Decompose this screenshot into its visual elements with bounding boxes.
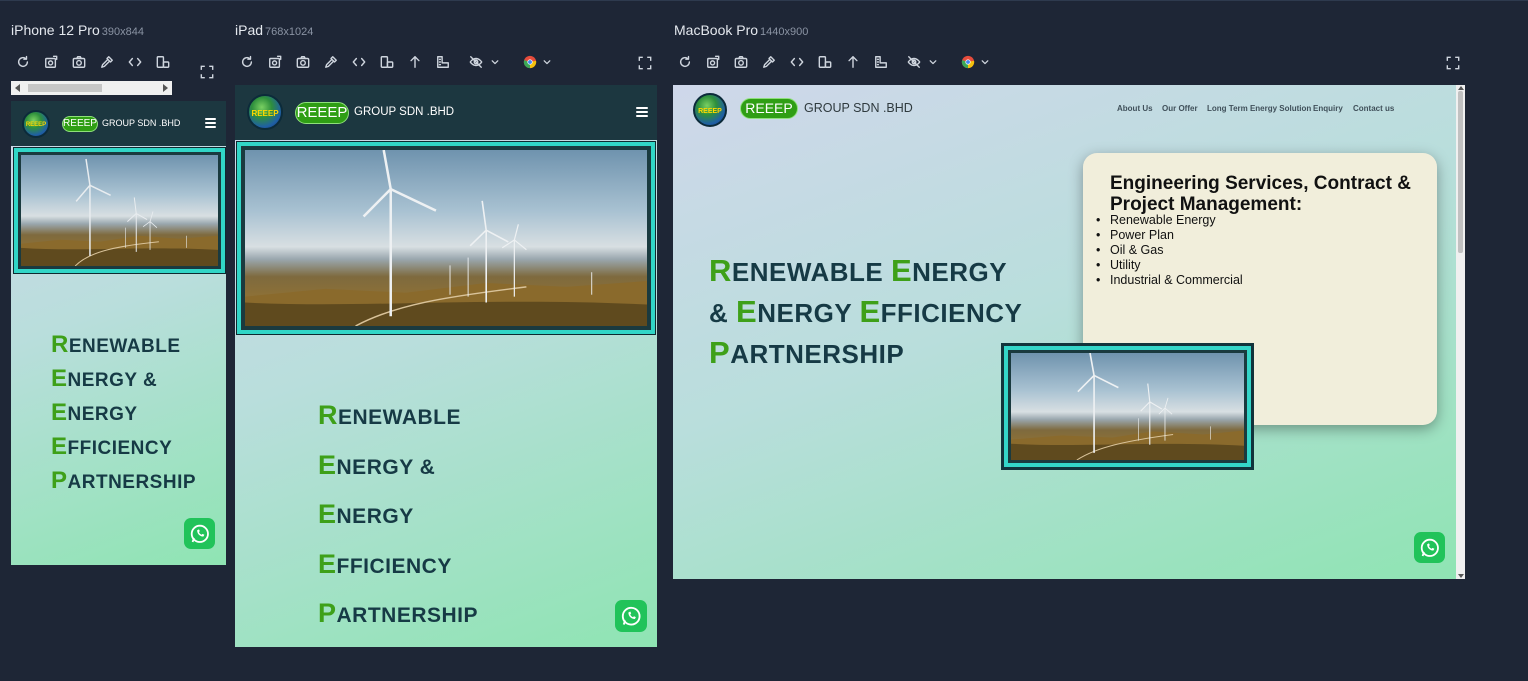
hero-image-frame [1001, 343, 1254, 470]
eyedropper-icon[interactable] [323, 54, 339, 70]
top-divider [0, 0, 1528, 1]
fullscreen-icon[interactable] [638, 56, 652, 75]
device-name: iPhone 12 Pro [11, 22, 100, 38]
chevron-down-icon[interactable] [490, 54, 500, 70]
camera-icon[interactable] [295, 54, 311, 70]
brand-text: GROUP SDN .BHD [354, 106, 455, 118]
vertical-scrollbar[interactable] [1456, 85, 1465, 579]
device-resolution: 1440x900 [760, 26, 809, 38]
hide-icon[interactable] [906, 54, 922, 70]
reload-icon[interactable] [677, 54, 693, 70]
horizontal-scrollbar[interactable] [11, 81, 172, 95]
screenshot-full-icon[interactable] [267, 54, 283, 70]
list-item: Power Plan [1096, 228, 1243, 243]
rotate-icon[interactable] [817, 54, 833, 70]
hero-headline: RENEWABLE ENERGY & ENERGY EFFICIENCY PAR… [318, 400, 479, 628]
chevron-down-icon[interactable] [928, 54, 938, 70]
list-item: Industrial & Commercial [1096, 273, 1243, 288]
device-title-macbook: MacBook Pro 1440x900 [674, 22, 808, 40]
iphone-viewport: REEEP REEEP GROUP SDN .BHD RENEWABLE ENE… [11, 101, 226, 565]
brand-pill[interactable]: REEEP [62, 116, 98, 132]
chrome-icon[interactable] [522, 54, 538, 70]
site-navbar: REEEP REEEP GROUP SDN .BHD About Us Our … [673, 85, 1456, 130]
code-icon[interactable] [789, 54, 805, 70]
device-title-iphone: iPhone 12 Pro 390x844 [11, 22, 144, 40]
site-logo[interactable]: REEEP [247, 94, 283, 130]
whatsapp-icon[interactable] [1414, 532, 1445, 563]
scroll-up-icon[interactable] [845, 54, 861, 70]
hero-headline: RENEWABLE ENERGY & ENERGY EFFICIENCY PAR… [51, 331, 197, 494]
services-list: Renewable Energy Power Plan Oil & Gas Ut… [1096, 213, 1243, 288]
device-name: iPad [235, 22, 264, 38]
rotate-icon[interactable] [379, 54, 395, 70]
screenshot-full-icon[interactable] [705, 54, 721, 70]
site-logo[interactable]: REEEP [22, 110, 50, 138]
ipad-viewport: REEEP REEEP GROUP SDN .BHD RENEWABLE ENE… [235, 85, 657, 647]
wind-turbine-image [21, 155, 218, 266]
device-title-ipad: iPad 768x1024 [235, 22, 313, 40]
nav-link-enquiry[interactable]: Enquiry [1313, 104, 1343, 113]
nav-link-about-us[interactable]: About Us [1117, 104, 1153, 113]
fullscreen-icon[interactable] [200, 65, 214, 84]
list-item: Renewable Energy [1096, 213, 1243, 228]
hero-image-frame [237, 142, 655, 334]
rotate-icon[interactable] [155, 54, 171, 70]
eyedropper-icon[interactable] [761, 54, 777, 70]
wind-turbine-image [1011, 353, 1244, 460]
scroll-up-icon[interactable] [407, 54, 423, 70]
services-card-title: Engineering Services, Contract & Project… [1110, 173, 1411, 215]
brand-pill[interactable]: REEEP [295, 102, 349, 124]
wind-turbine-image [245, 150, 647, 326]
code-icon[interactable] [127, 54, 143, 70]
list-item: Oil & Gas [1096, 243, 1243, 258]
list-item: Utility [1096, 258, 1243, 273]
fullscreen-icon[interactable] [1446, 56, 1460, 75]
ruler-icon[interactable] [873, 54, 889, 70]
site-navbar: REEEP REEEP GROUP SDN .BHD [11, 101, 226, 146]
brand-text: GROUP SDN .BHD [804, 101, 913, 115]
hamburger-menu-icon[interactable] [636, 107, 648, 117]
chevron-down-icon[interactable] [980, 54, 990, 70]
site-navbar: REEEP REEEP GROUP SDN .BHD [235, 85, 657, 140]
brand-pill[interactable]: REEEP [740, 98, 798, 119]
device-resolution: 768x1024 [265, 26, 314, 38]
camera-icon[interactable] [733, 54, 749, 70]
reload-icon[interactable] [239, 54, 255, 70]
reload-icon[interactable] [15, 54, 31, 70]
nav-link-energy-solution[interactable]: Long Term Energy Solution [1207, 104, 1311, 113]
hero-headline: RENEWABLE ENERGY & ENERGY EFFICIENCY PAR… [709, 253, 1023, 370]
chevron-down-icon[interactable] [542, 54, 552, 70]
ruler-icon[interactable] [435, 54, 451, 70]
hide-icon[interactable] [468, 54, 484, 70]
screenshot-full-icon[interactable] [43, 54, 59, 70]
eyedropper-icon[interactable] [99, 54, 115, 70]
device-resolution: 390x844 [101, 26, 144, 38]
whatsapp-icon[interactable] [184, 518, 215, 549]
macbook-viewport: REEEP REEEP GROUP SDN .BHD About Us Our … [673, 85, 1456, 579]
brand-text: GROUP SDN .BHD [102, 118, 181, 128]
hamburger-menu-icon[interactable] [205, 118, 216, 128]
hero-image-frame [14, 148, 225, 273]
device-name: MacBook Pro [674, 22, 759, 38]
code-icon[interactable] [351, 54, 367, 70]
chrome-icon[interactable] [960, 54, 976, 70]
site-logo[interactable]: REEEP [693, 93, 727, 127]
camera-icon[interactable] [71, 54, 87, 70]
nav-link-contact-us[interactable]: Contact us [1353, 104, 1394, 113]
nav-link-our-offer[interactable]: Our Offer [1162, 104, 1198, 113]
whatsapp-icon[interactable] [615, 600, 647, 632]
